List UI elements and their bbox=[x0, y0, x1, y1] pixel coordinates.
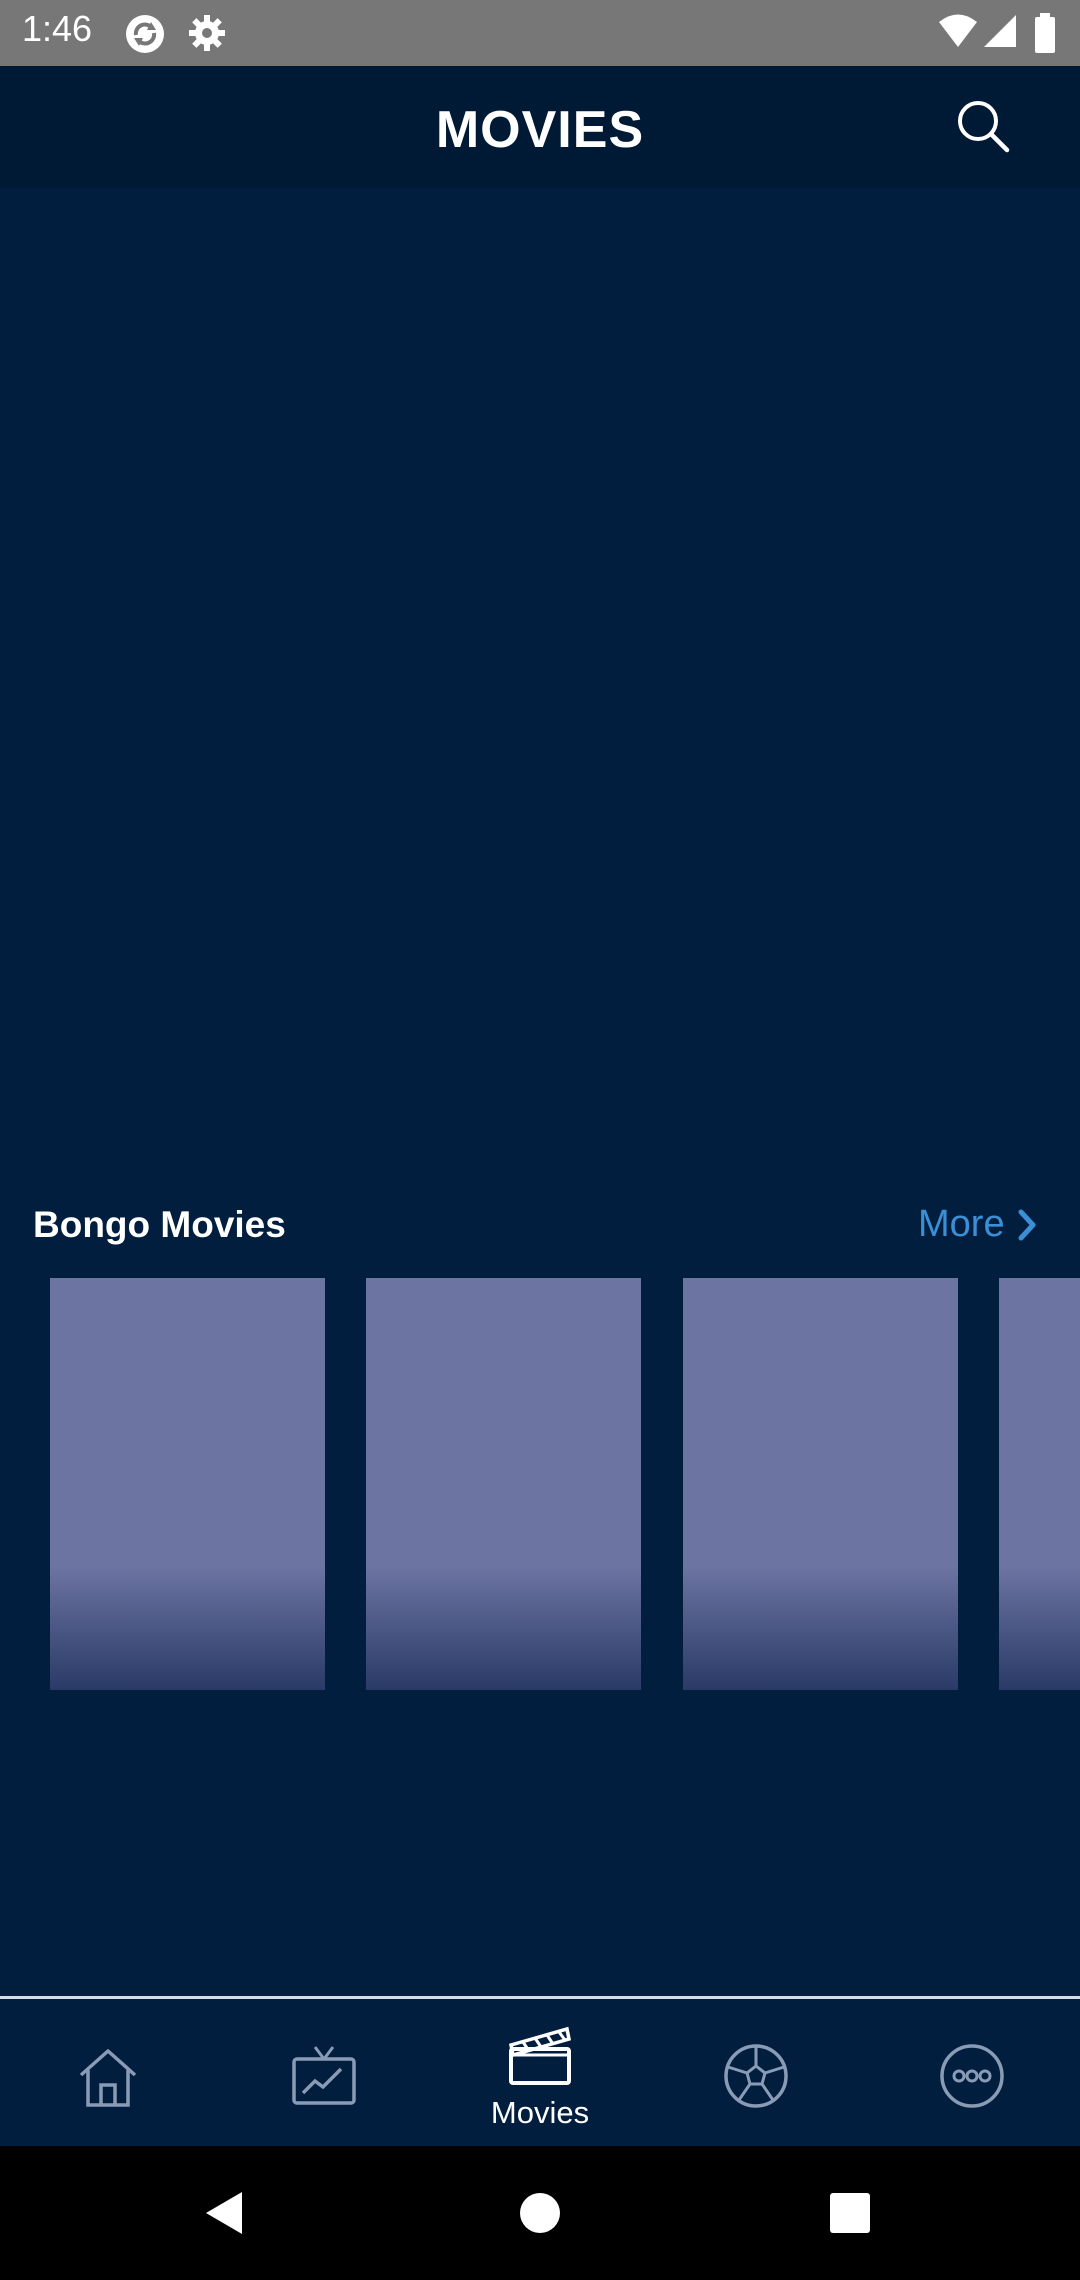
system-navigation-bar bbox=[0, 2146, 1080, 2280]
more-link[interactable]: More bbox=[918, 1203, 1037, 1246]
nav-label-movies: Movies bbox=[490, 2095, 590, 2130]
search-icon bbox=[958, 101, 1010, 153]
chevron-right-icon bbox=[1018, 1209, 1036, 1240]
settings-gear-icon bbox=[189, 15, 225, 51]
status-bar: 1:46 bbox=[0, 0, 1080, 66]
home-circle-icon[interactable] bbox=[519, 2192, 561, 2234]
hero-banner[interactable] bbox=[0, 188, 1080, 1168]
recents-icon[interactable] bbox=[829, 2192, 871, 2234]
page-title: MOVIES bbox=[435, 101, 645, 159]
tv-icon bbox=[292, 2046, 356, 2105]
nav-item-tv[interactable] bbox=[216, 1999, 432, 2149]
nav-item-home[interactable] bbox=[0, 1999, 216, 2149]
soccer-ball-icon bbox=[724, 2044, 788, 2108]
back-icon[interactable] bbox=[202, 2190, 246, 2236]
battery-icon bbox=[1035, 13, 1055, 53]
bottom-navigation: Movies bbox=[0, 1996, 1080, 2149]
search-button[interactable] bbox=[952, 95, 1014, 157]
cellular-signal-icon bbox=[984, 15, 1016, 47]
movie-poster[interactable] bbox=[366, 1278, 641, 1690]
wifi-icon bbox=[939, 14, 977, 47]
clapperboard-icon bbox=[508, 2026, 572, 2085]
nav-item-more[interactable] bbox=[864, 1999, 1080, 2149]
sync-app-icon bbox=[126, 15, 164, 53]
app-bar: MOVIES bbox=[0, 66, 1080, 188]
movie-rail[interactable] bbox=[0, 1278, 1080, 1690]
movie-poster[interactable] bbox=[999, 1278, 1080, 1690]
more-icon bbox=[940, 2044, 1004, 2108]
section-title: Bongo Movies bbox=[33, 1204, 286, 1245]
movie-poster[interactable] bbox=[50, 1278, 325, 1690]
more-label: More bbox=[918, 1203, 1005, 1245]
nav-item-sports[interactable] bbox=[648, 1999, 864, 2149]
status-time: 1:46 bbox=[22, 8, 93, 49]
movie-poster[interactable] bbox=[683, 1278, 958, 1690]
home-icon bbox=[79, 2049, 137, 2107]
nav-item-movies[interactable]: Movies bbox=[432, 1999, 648, 2149]
